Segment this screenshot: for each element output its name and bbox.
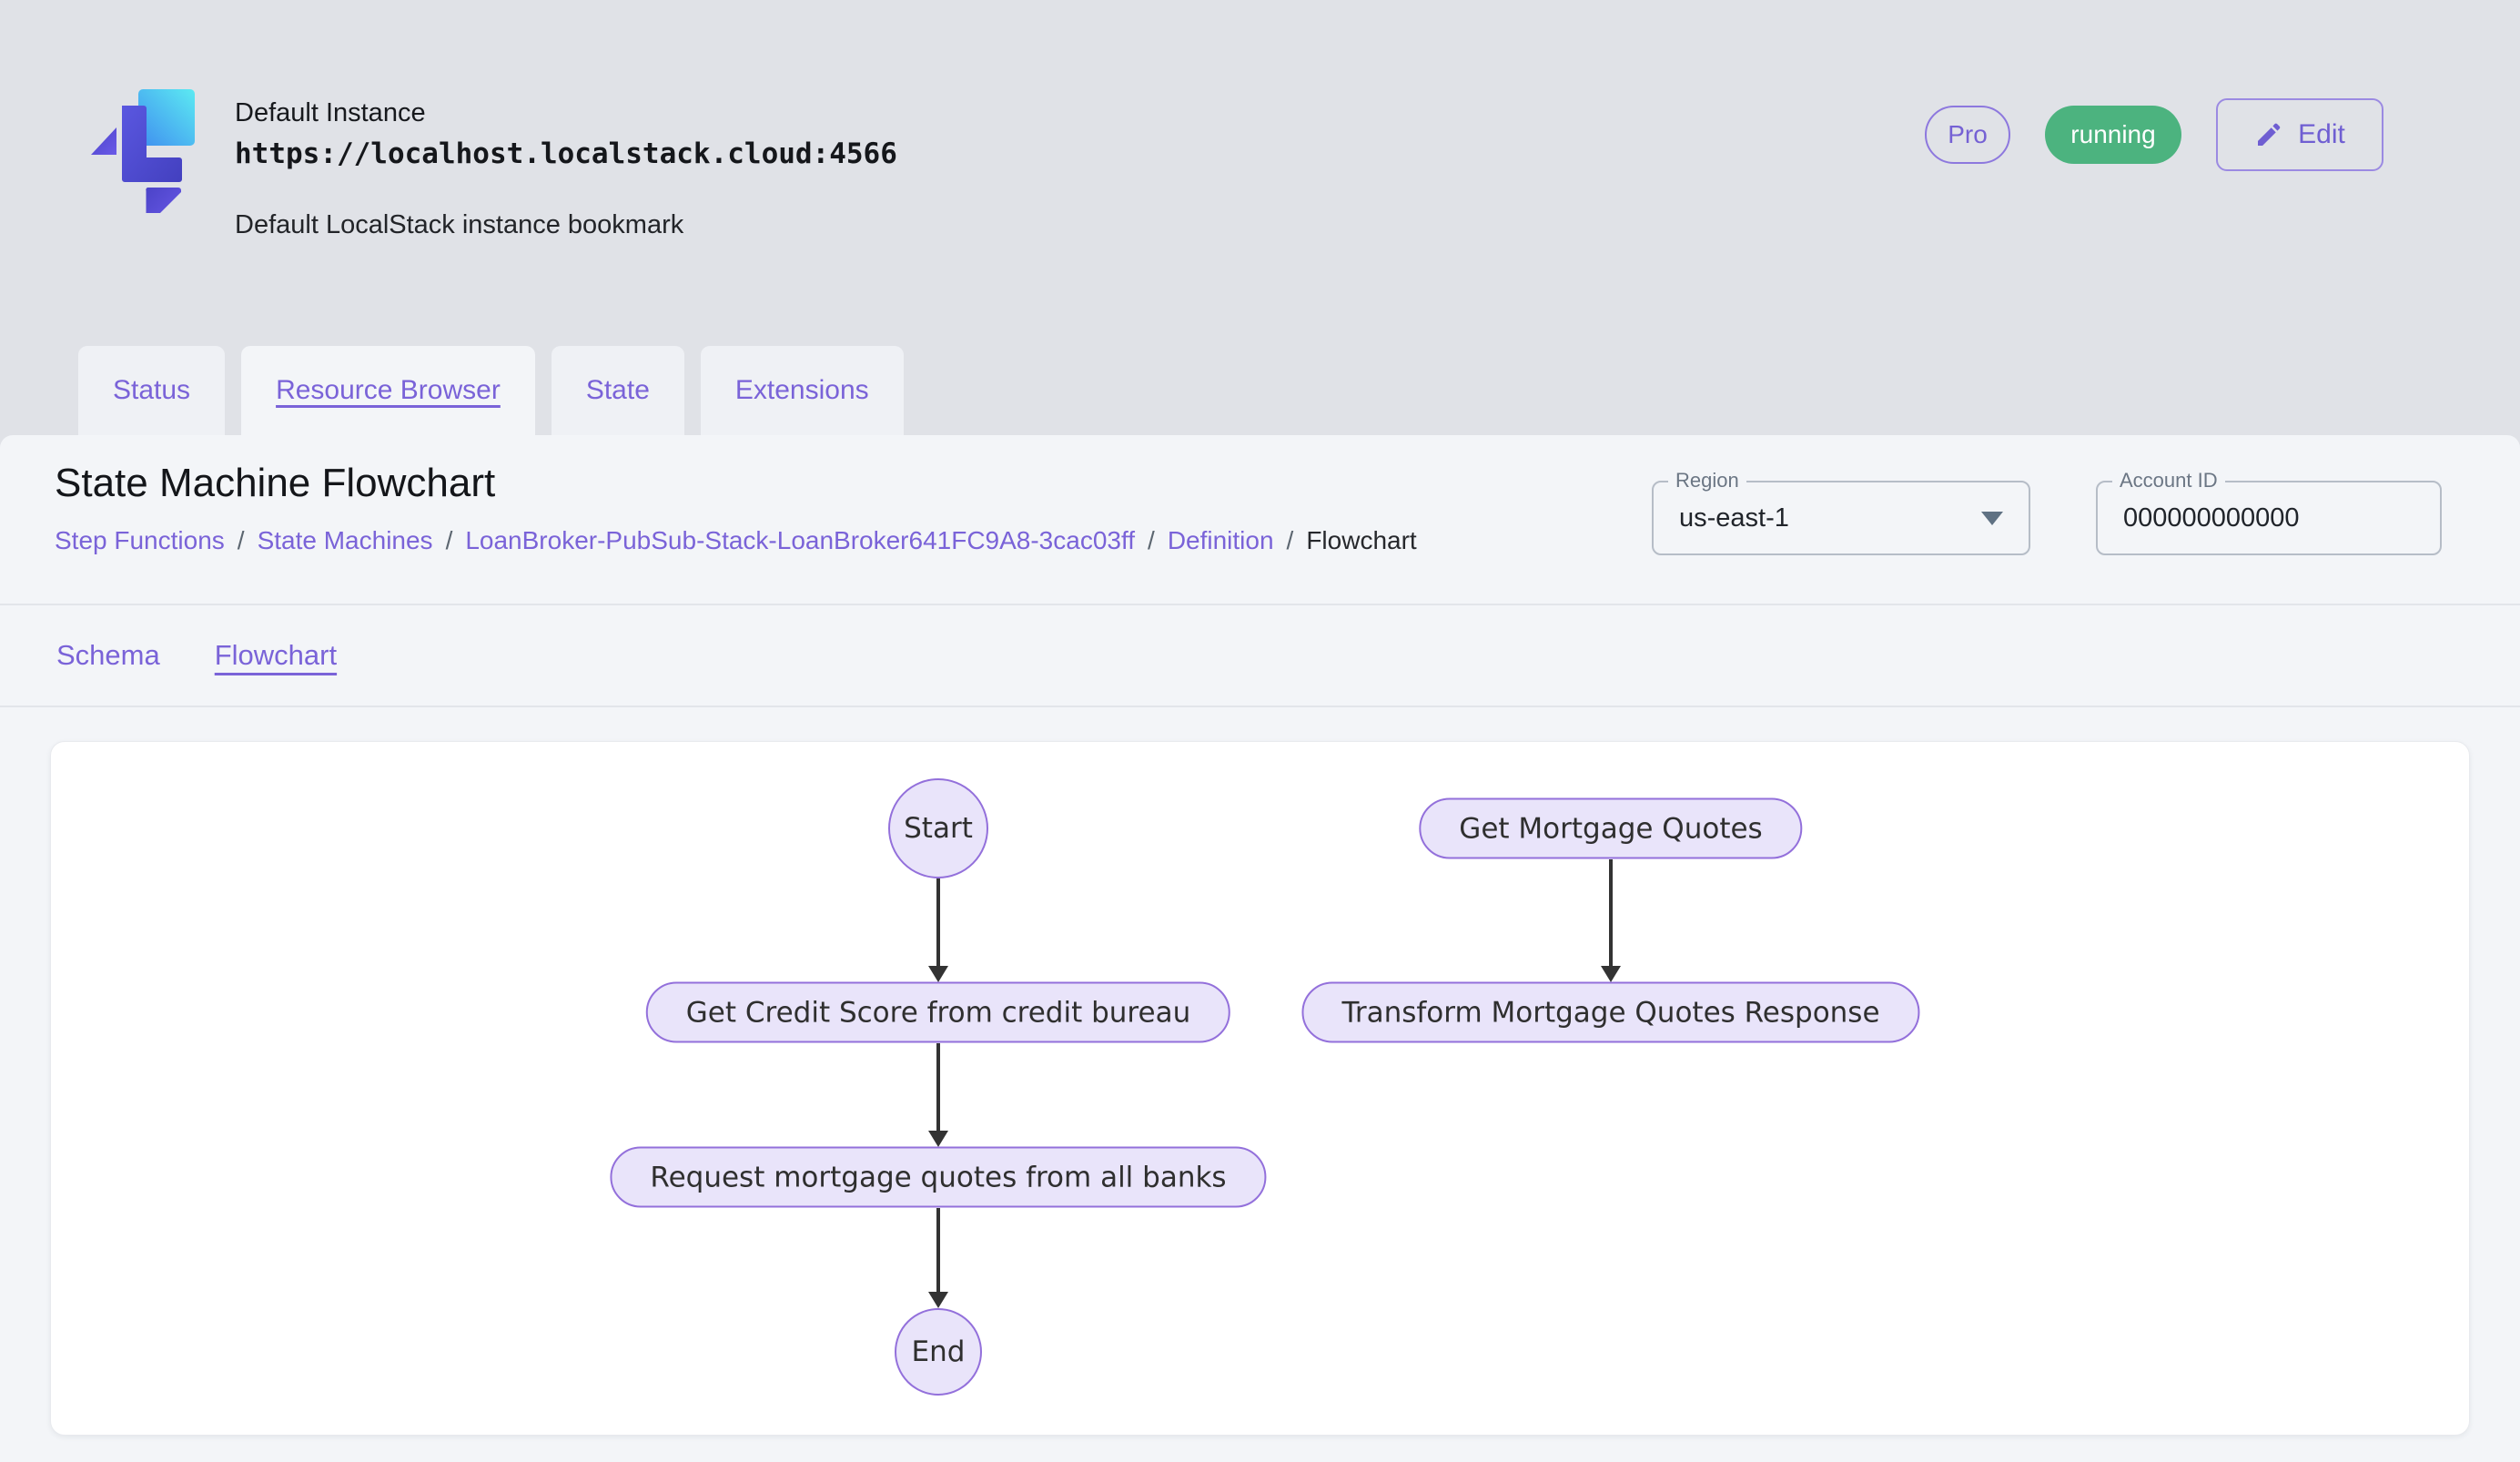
page-title: State Machine Flowchart: [55, 461, 495, 506]
account-id-label: Account ID: [2112, 469, 2225, 492]
flow-node-get-mortgage-quotes: Get Mortgage Quotes: [1419, 798, 1802, 859]
flow-edge: [936, 1043, 940, 1132]
instance-url: https://localhost.localstack.cloud:4566: [235, 137, 897, 170]
pencil-icon: [2254, 120, 2283, 149]
flow-node-transform-response: Transform Mortgage Quotes Response: [1301, 982, 1919, 1043]
subtab-schema[interactable]: Schema: [56, 639, 160, 672]
arrowhead-icon: [1601, 966, 1621, 982]
breadcrumb-state-machine-id[interactable]: LoanBroker-PubSub-Stack-LoanBroker641FC9…: [465, 526, 1135, 555]
tab-resource-browser[interactable]: Resource Browser: [241, 346, 535, 435]
edit-button[interactable]: Edit: [2216, 98, 2383, 171]
resource-browser-panel: State Machine Flowchart Step Functions /…: [0, 435, 2520, 1462]
breadcrumb: Step Functions / State Machines / LoanBr…: [55, 526, 1417, 555]
breadcrumb-separator: /: [446, 526, 453, 555]
account-id-field: Account ID: [2096, 481, 2442, 555]
flow-node-get-credit-score: Get Credit Score from credit bureau: [646, 982, 1230, 1043]
flow-node-request-quotes: Request mortgage quotes from all banks: [610, 1147, 1266, 1208]
instance-name: Default Instance: [235, 98, 897, 128]
flow-edge: [936, 878, 940, 967]
breadcrumb-state-machines[interactable]: State Machines: [258, 526, 433, 555]
breadcrumb-separator: /: [1148, 526, 1155, 555]
breadcrumb-flowchart: Flowchart: [1306, 526, 1416, 555]
arrowhead-icon: [928, 1292, 948, 1308]
page-header: State Machine Flowchart Step Functions /…: [0, 435, 2520, 605]
breadcrumb-step-functions[interactable]: Step Functions: [55, 526, 225, 555]
localstack-logo-icon: [84, 89, 204, 213]
subtab-flowchart[interactable]: Flowchart: [215, 639, 337, 672]
breadcrumb-separator: /: [1287, 526, 1294, 555]
flowchart-card: Start Get Credit Score from credit burea…: [50, 741, 2470, 1436]
edit-button-label: Edit: [2298, 119, 2345, 150]
region-value: us-east-1: [1679, 503, 1981, 533]
flow-node-end: End: [895, 1308, 982, 1396]
instance-description: Default LocalStack instance bookmark: [235, 210, 897, 240]
state-machine-flowchart: Start Get Credit Score from credit burea…: [51, 742, 2469, 1435]
breadcrumb-definition[interactable]: Definition: [1168, 526, 1274, 555]
account-id-input[interactable]: [2098, 503, 2440, 533]
arrowhead-icon: [928, 1131, 948, 1147]
breadcrumb-separator: /: [238, 526, 245, 555]
flow-node-start: Start: [888, 778, 988, 878]
status-badge: running: [2045, 106, 2181, 164]
region-label: Region: [1668, 469, 1746, 492]
flow-edge: [1609, 859, 1613, 967]
tab-state[interactable]: State: [552, 346, 684, 435]
pro-badge: Pro: [1925, 106, 2010, 164]
main-tabs: Status Resource Browser State Extensions: [78, 346, 904, 435]
flow-edge: [936, 1208, 940, 1293]
tab-extensions[interactable]: Extensions: [701, 346, 904, 435]
chevron-down-icon: [1981, 512, 2003, 525]
region-select[interactable]: Region us-east-1: [1652, 481, 2030, 555]
tab-status[interactable]: Status: [78, 346, 225, 435]
definition-subtabs: Schema Flowchart: [0, 605, 2520, 707]
arrowhead-icon: [928, 966, 948, 982]
